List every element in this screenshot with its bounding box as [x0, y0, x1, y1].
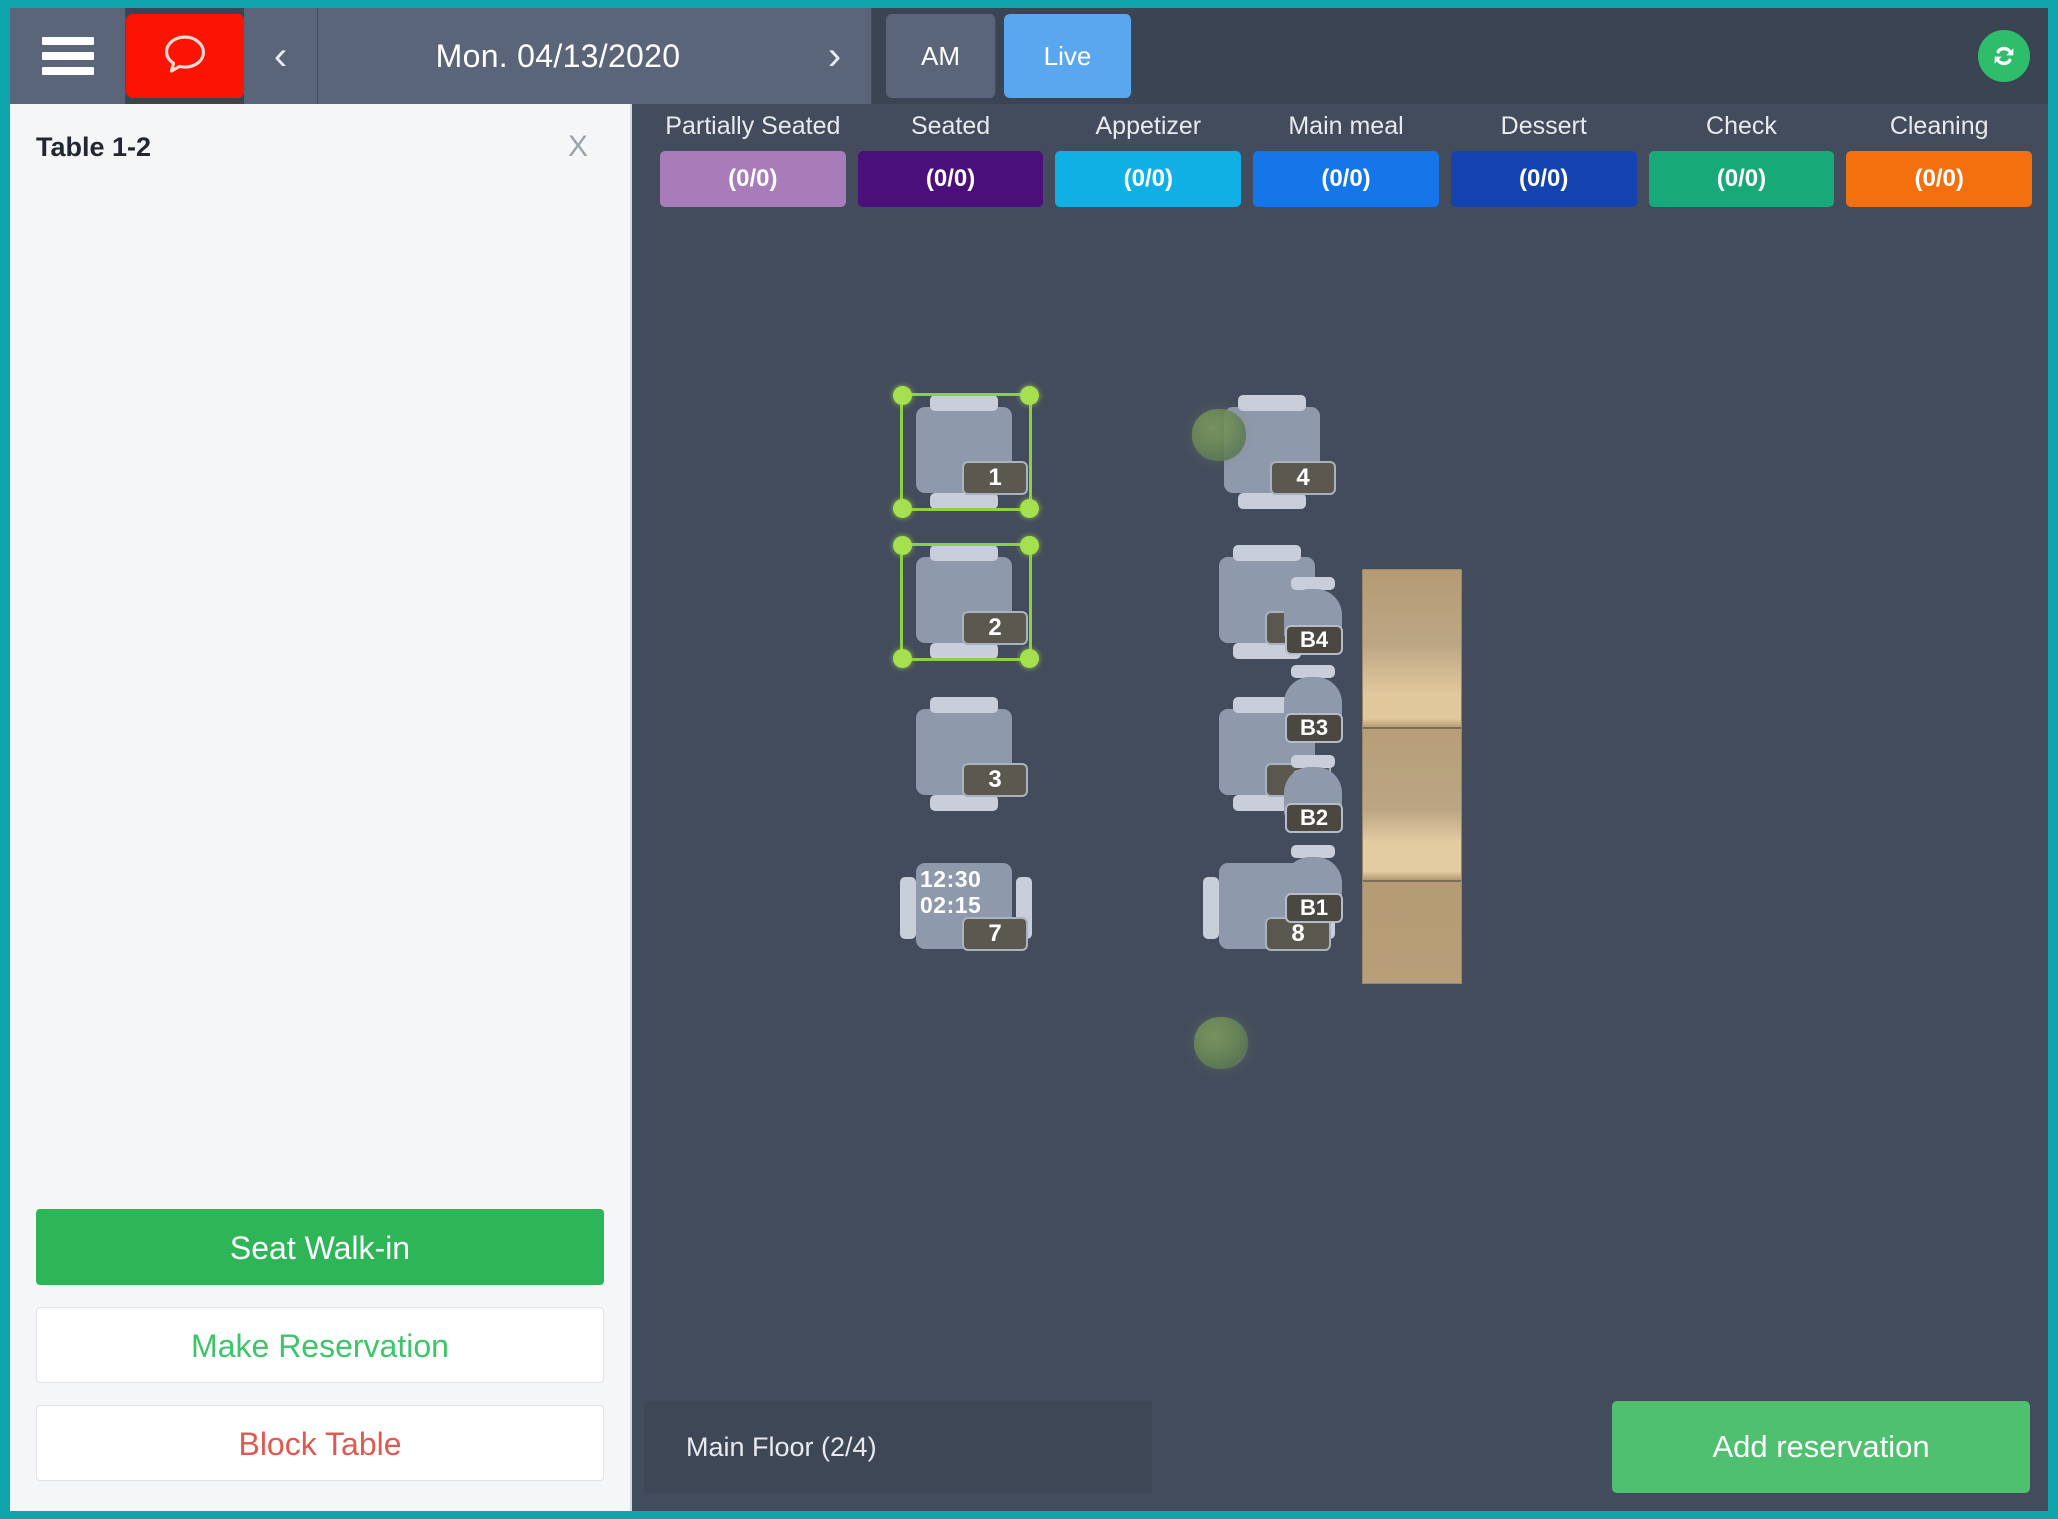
decorative-plant-icon [1194, 1017, 1248, 1069]
selection-handle[interactable] [893, 499, 912, 518]
selection-handle[interactable] [1020, 536, 1039, 555]
status-legend-label: Check [1706, 112, 1777, 141]
status-legend-item[interactable]: Appetizer (0/0) [1055, 112, 1241, 207]
status-legend-item[interactable]: Cleaning (0/0) [1846, 112, 2032, 207]
selection-handle[interactable] [893, 536, 912, 555]
table-number-badge: 3 [962, 763, 1028, 797]
floor-table[interactable]: 2 [894, 539, 1038, 665]
close-icon[interactable]: X [552, 126, 604, 168]
status-legend-item[interactable]: Check (0/0) [1649, 112, 1835, 207]
add-reservation-button[interactable]: Add reservation [1612, 1401, 2030, 1493]
selection-handle[interactable] [893, 386, 912, 405]
table-chair [900, 877, 916, 939]
floor-plan-canvas[interactable]: 12345612:3002:1578B4B3B2B1 [632, 289, 2048, 1444]
panel-content-area [10, 190, 630, 1187]
next-day-button[interactable]: › [798, 8, 872, 104]
status-legend-label: Partially Seated [665, 112, 840, 141]
table-timer: 12:3002:15 [920, 867, 981, 919]
table-chair [930, 795, 998, 811]
table-chair [1238, 493, 1306, 509]
status-legend-item[interactable]: Dessert (0/0) [1451, 112, 1637, 207]
status-legend-label: Seated [911, 112, 990, 141]
decorative-plant-icon [1192, 409, 1246, 461]
chevron-right-icon: › [828, 36, 841, 76]
status-legend-label: Cleaning [1890, 112, 1989, 141]
chevron-left-icon: ‹ [274, 36, 287, 76]
floor-table[interactable]: 1 [894, 389, 1038, 515]
status-legend-label: Appetizer [1095, 112, 1201, 141]
status-legend-item[interactable]: Seated (0/0) [858, 112, 1044, 207]
selection-box [900, 543, 1032, 661]
status-count-badge[interactable]: (0/0) [1253, 151, 1439, 207]
status-count-badge[interactable]: (0/0) [858, 151, 1044, 207]
block-table-button[interactable]: Block Table [36, 1405, 604, 1481]
bar-seat-label: B2 [1285, 803, 1343, 833]
status-count-badge[interactable]: (0/0) [1649, 151, 1835, 207]
floor-plan-area: Partially Seated(0/0)Seated(0/0)Appetize… [632, 104, 2048, 1511]
bar-seat-label: B1 [1285, 893, 1343, 923]
table-chair [1203, 877, 1219, 939]
status-count-badge[interactable]: (0/0) [1451, 151, 1637, 207]
status-legend-item[interactable]: Main meal (0/0) [1253, 112, 1439, 207]
refresh-sync-icon [1987, 39, 2021, 73]
bar-stool[interactable]: B1 [1282, 845, 1344, 923]
toolbar-spacer [1132, 8, 2048, 104]
status-count-badge[interactable]: (0/0) [660, 151, 846, 207]
table-number-badge: 7 [962, 917, 1028, 951]
status-count-badge[interactable]: (0/0) [1055, 151, 1241, 207]
hamburger-menu-icon [42, 37, 94, 75]
bar-stool[interactable]: B3 [1282, 665, 1344, 743]
status-legend: Partially Seated(0/0)Seated(0/0)Appetize… [660, 112, 2032, 207]
hamburger-menu-button[interactable] [10, 8, 126, 104]
bar-seat-label: B4 [1285, 625, 1343, 655]
date-display[interactable]: Mon. 04/13/2020 [318, 8, 798, 104]
application-frame: ‹ Mon. 04/13/2020 › AM Live Table 1-2 X … [10, 8, 2048, 1511]
top-toolbar: ‹ Mon. 04/13/2020 › AM Live [10, 8, 2048, 104]
previous-day-button[interactable]: ‹ [244, 8, 318, 104]
chat-button[interactable] [126, 14, 244, 98]
selection-handle[interactable] [893, 649, 912, 668]
status-legend-item[interactable]: Partially Seated (0/0) [660, 112, 846, 207]
selection-box [900, 393, 1032, 511]
live-toggle-button[interactable]: Live [1004, 14, 1132, 98]
bar-stool[interactable]: B2 [1282, 755, 1344, 833]
table-detail-panel: Table 1-2 X Seat Walk-in Make Reservatio… [10, 104, 632, 1511]
bar-seat-label: B3 [1285, 713, 1343, 743]
selection-handle[interactable] [1020, 499, 1039, 518]
bar-counter [1362, 569, 1462, 984]
floor-table[interactable]: 3 [894, 691, 1038, 817]
panel-action-buttons: Seat Walk-in Make Reservation Block Tabl… [10, 1187, 630, 1511]
make-reservation-button[interactable]: Make Reservation [36, 1307, 604, 1383]
ampm-toggle-button[interactable]: AM [886, 14, 996, 98]
table-chair [930, 697, 998, 713]
seat-walkin-button[interactable]: Seat Walk-in [36, 1209, 604, 1285]
table-number-badge: 4 [1270, 461, 1336, 495]
status-legend-label: Dessert [1501, 112, 1587, 141]
refresh-button[interactable] [1978, 30, 2030, 82]
table-chair [1238, 395, 1306, 411]
selection-handle[interactable] [1020, 386, 1039, 405]
table-chair [1233, 545, 1301, 561]
status-count-badge[interactable]: (0/0) [1846, 151, 2032, 207]
floor-table[interactable]: 12:3002:157 [894, 845, 1038, 971]
chat-bubble-icon [158, 29, 212, 83]
panel-title: Table 1-2 [36, 132, 151, 163]
panel-header: Table 1-2 X [10, 104, 630, 190]
status-legend-label: Main meal [1288, 112, 1403, 141]
selection-handle[interactable] [1020, 649, 1039, 668]
floor-selector-tab[interactable]: Main Floor (2/4) [644, 1401, 1152, 1493]
bar-stool[interactable]: B4 [1282, 577, 1344, 655]
